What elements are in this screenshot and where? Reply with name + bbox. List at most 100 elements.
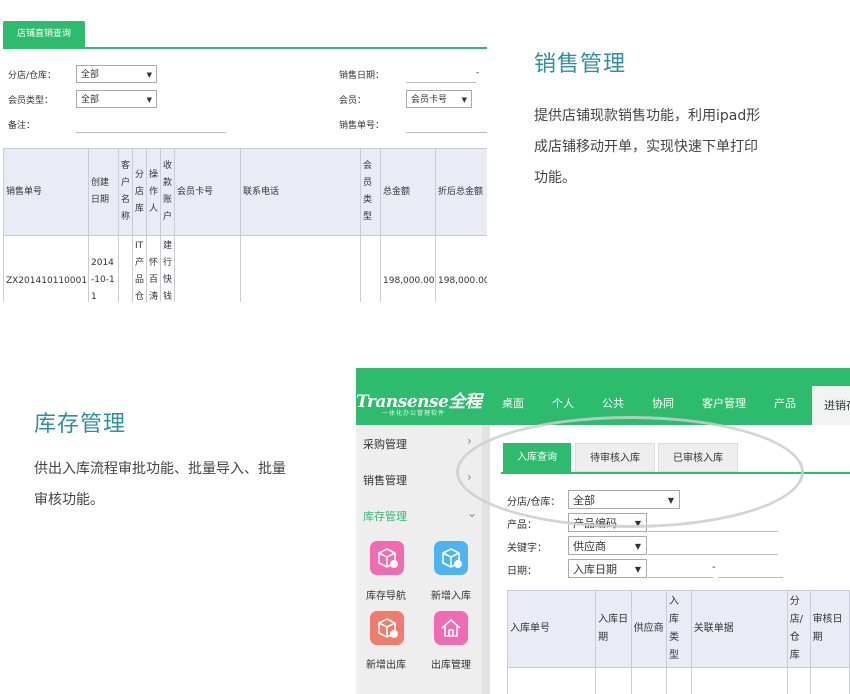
date-end-input[interactable] xyxy=(718,577,783,578)
sale-date-label: 销售日期： xyxy=(339,71,385,81)
member-select-value: 会员卡号 xyxy=(411,95,448,105)
table-row[interactable]: ZX201410110001 2014-10-11 IT产品仓库 怀百涛 建行快… xyxy=(3,235,487,302)
product-select[interactable]: 产品编码 ▼ xyxy=(568,513,647,532)
column-header[interactable]: 关联单据 xyxy=(690,590,788,668)
box-out-icon[interactable] xyxy=(370,611,404,645)
table-header-row: 入库单号 入库日期 供应商 入库类型 关联单据 分店/仓库 审核日期 xyxy=(506,590,850,668)
table-cell[interactable]: ZX201410110001 xyxy=(3,235,89,302)
sidebar-splitter[interactable] xyxy=(482,425,490,694)
member-select[interactable]: 会员卡号 ▼ xyxy=(406,90,472,108)
column-header[interactable]: 入库类型 xyxy=(666,590,692,668)
branch-select[interactable]: 全部 ▼ xyxy=(568,490,680,509)
product-label: 产品： xyxy=(507,520,537,531)
tab-underline xyxy=(501,472,850,474)
product-input[interactable] xyxy=(648,531,778,532)
inventory-management-description: 供出入库流程审批功能、批量导入、批量 审核功能。 xyxy=(34,454,344,516)
column-header[interactable]: 会员卡号 xyxy=(174,148,241,236)
table-cell xyxy=(360,235,381,302)
table-cell xyxy=(809,667,850,694)
table-cell xyxy=(506,667,597,694)
table-cell: 建行快钱自 xyxy=(160,235,175,302)
column-header[interactable]: 客户名称 xyxy=(118,148,133,236)
column-header[interactable]: 销售单号 xyxy=(3,148,89,236)
date-label: 日期： xyxy=(507,566,537,577)
keyword-input[interactable] xyxy=(648,554,778,555)
nav-item-collaboration[interactable]: 协同 xyxy=(652,395,674,411)
column-header[interactable]: 审核日期 xyxy=(809,590,850,668)
box-add-icon[interactable] xyxy=(434,541,468,575)
branch-label: 分店/仓库： xyxy=(507,497,561,508)
column-header[interactable]: 分店库 xyxy=(132,148,147,236)
chevron-down-icon: ▼ xyxy=(667,496,674,505)
column-header[interactable]: 会员类型 xyxy=(360,148,381,236)
keyword-select[interactable]: 供应商 ▼ xyxy=(568,536,647,555)
nav-item-desktop[interactable]: 桌面 xyxy=(502,395,524,411)
date-type-select[interactable]: 入库日期 ▼ xyxy=(568,559,647,578)
nav-item-customer-management[interactable]: 客户管理 xyxy=(702,395,746,411)
inventory-management-title: 库存管理 xyxy=(34,412,127,437)
tab-store-direct-sales[interactable]: 店铺直销查询 xyxy=(3,21,85,47)
sidebar-item-purchase[interactable]: 采购管理 › xyxy=(356,425,482,461)
table-cell xyxy=(690,667,788,694)
table-cell xyxy=(630,667,668,694)
table-cell: 怀百涛 xyxy=(146,235,161,302)
column-header[interactable]: 分店/仓库 xyxy=(786,590,811,668)
description-line: 审核功能。 xyxy=(34,492,104,508)
chevron-down-icon: ▼ xyxy=(146,96,152,104)
branch-label: 分店/仓库： xyxy=(8,71,57,81)
branch-select[interactable]: 全部 ▼ xyxy=(76,65,157,83)
description-line: 供出入库流程审批功能、批量导入、批量 xyxy=(34,461,286,477)
column-header[interactable]: 操作人 xyxy=(146,148,161,236)
keyword-select-value: 供应商 xyxy=(573,540,606,553)
sales-table: 销售单号 创建日期 客户名称 分店库 操作人 收款账户 会员卡号 联系电话 会员… xyxy=(3,148,487,302)
nav-item-product[interactable]: 产品 xyxy=(774,395,796,411)
date-separator: - xyxy=(712,562,716,573)
note-label: 备注： xyxy=(8,121,36,131)
column-header[interactable]: 创建日期 xyxy=(88,148,119,236)
tab-reviewed[interactable]: 已审核入库 xyxy=(658,443,738,472)
date-type-select-value: 入库日期 xyxy=(573,563,617,576)
sidebar-item-label: 库存管理 xyxy=(363,510,407,523)
table-cell: 198,000.00 xyxy=(435,235,487,302)
sales-management-title: 销售管理 xyxy=(534,52,627,77)
sale-no-input[interactable] xyxy=(406,132,487,133)
sidebar-item-inventory[interactable]: 库存管理 ⌄ xyxy=(356,497,482,533)
column-header[interactable]: 入库日期 xyxy=(595,590,632,668)
inbound-table: 入库单号 入库日期 供应商 入库类型 关联单据 分店/仓库 审核日期 xyxy=(506,590,850,694)
table-cell xyxy=(118,235,133,302)
nav-item-label: 进销存 xyxy=(824,399,850,412)
note-input[interactable] xyxy=(76,132,226,133)
date-start-input[interactable] xyxy=(648,577,713,578)
column-header[interactable]: 总金额 xyxy=(380,148,436,236)
column-header[interactable]: 收款账户 xyxy=(160,148,175,236)
sidebar: 采购管理 › 销售管理 › 库存管理 ⌄ 库存导航 新增入库 新增出库 出库管理 xyxy=(356,425,482,694)
date-separator: - xyxy=(476,68,480,78)
column-header[interactable]: 折后总金额 xyxy=(435,148,487,236)
table-cell: IT产品仓库 xyxy=(132,235,147,302)
column-header[interactable]: 联系电话 xyxy=(240,148,361,236)
nav-item-personal[interactable]: 个人 xyxy=(552,395,574,411)
chevron-down-icon: ▼ xyxy=(634,519,641,528)
box-icon[interactable] xyxy=(370,541,404,575)
tab-inbound-query[interactable]: 入库查询 xyxy=(503,443,571,472)
nav-item-public[interactable]: 公共 xyxy=(602,395,624,411)
member-type-label: 会员类型： xyxy=(8,96,54,106)
table-row[interactable] xyxy=(506,667,850,694)
member-type-select-value: 全部 xyxy=(81,95,100,105)
app-label: 出库管理 xyxy=(431,660,471,671)
tab-underline xyxy=(3,47,487,49)
chevron-right-icon: › xyxy=(467,470,472,484)
sidebar-item-sales[interactable]: 销售管理 › xyxy=(356,461,482,497)
column-header[interactable]: 入库单号 xyxy=(506,590,597,668)
chevron-down-icon: ⌄ xyxy=(467,506,478,520)
column-header[interactable]: 供应商 xyxy=(630,590,668,668)
table-cell xyxy=(786,667,811,694)
sale-date-start-input[interactable] xyxy=(406,82,476,83)
sale-no-label: 销售单号： xyxy=(339,121,385,131)
member-type-select[interactable]: 全部 ▼ xyxy=(76,90,157,108)
tab-pending-review[interactable]: 待审核入库 xyxy=(575,443,655,472)
house-icon[interactable] xyxy=(434,611,468,645)
keyword-label: 关键字： xyxy=(507,543,547,554)
app-label: 新增入库 xyxy=(431,591,471,602)
description-line: 功能。 xyxy=(534,170,576,186)
